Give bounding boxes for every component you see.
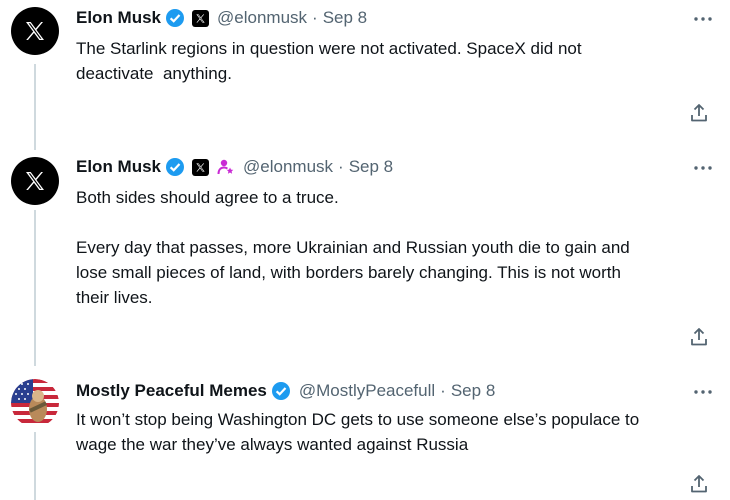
more-icon[interactable]	[692, 382, 714, 402]
author-name[interactable]: Mostly Peaceful Memes	[76, 381, 267, 401]
author-handle[interactable]: @elonmusk	[217, 8, 307, 28]
author-handle[interactable]: @MostlyPeacefull	[299, 381, 435, 401]
x-affiliate-icon[interactable]	[192, 9, 210, 27]
tweet-text: It won’t stop being Washington DC gets t…	[76, 410, 640, 454]
share-icon[interactable]	[688, 326, 710, 348]
separator-dot: ·	[312, 8, 318, 27]
more-icon[interactable]	[692, 158, 714, 178]
tweet[interactable]: Elon Musk @elonmusk · Sep 8 Both sides s…	[0, 150, 730, 370]
tweet[interactable]: Mostly Peaceful Memes @MostlyPeacefull ·…	[0, 370, 730, 500]
avatar[interactable]	[11, 157, 59, 205]
avatar[interactable]	[11, 379, 59, 427]
tweet-header: Elon Musk @elonmusk · Sep 8	[76, 7, 367, 29]
separator-dot: ·	[440, 381, 446, 400]
tweet-header: Mostly Peaceful Memes @MostlyPeacefull ·…	[76, 380, 495, 402]
share-icon[interactable]	[688, 102, 710, 124]
author-name[interactable]: Elon Musk	[76, 157, 161, 177]
avatar[interactable]	[11, 7, 59, 55]
x-affiliate-icon[interactable]	[192, 158, 210, 176]
x-logo-icon	[26, 172, 44, 190]
more-icon[interactable]	[692, 9, 714, 29]
tweet-date[interactable]: Sep 8	[349, 157, 393, 177]
flag-avatar-image	[11, 379, 59, 427]
verified-badge-icon	[271, 381, 291, 401]
tweet-header: Elon Musk @elonmusk · Sep 8	[76, 156, 393, 178]
person-icon[interactable]	[217, 158, 235, 176]
separator-dot: ·	[338, 157, 344, 176]
author-name[interactable]: Elon Musk	[76, 8, 161, 28]
tweet-date[interactable]: Sep 8	[323, 8, 367, 28]
tweet-text: Both sides should agree to a truce. Ever…	[76, 188, 630, 307]
x-logo-icon	[26, 22, 44, 40]
tweet[interactable]: Elon Musk @elonmusk · Sep 8 The Starlink…	[0, 0, 730, 150]
author-handle[interactable]: @elonmusk	[243, 157, 333, 177]
tweet-date[interactable]: Sep 8	[451, 381, 495, 401]
share-icon[interactable]	[688, 473, 710, 495]
verified-badge-icon	[165, 8, 185, 28]
tweet-text: The Starlink regions in question were no…	[76, 39, 582, 83]
verified-badge-icon	[165, 157, 185, 177]
